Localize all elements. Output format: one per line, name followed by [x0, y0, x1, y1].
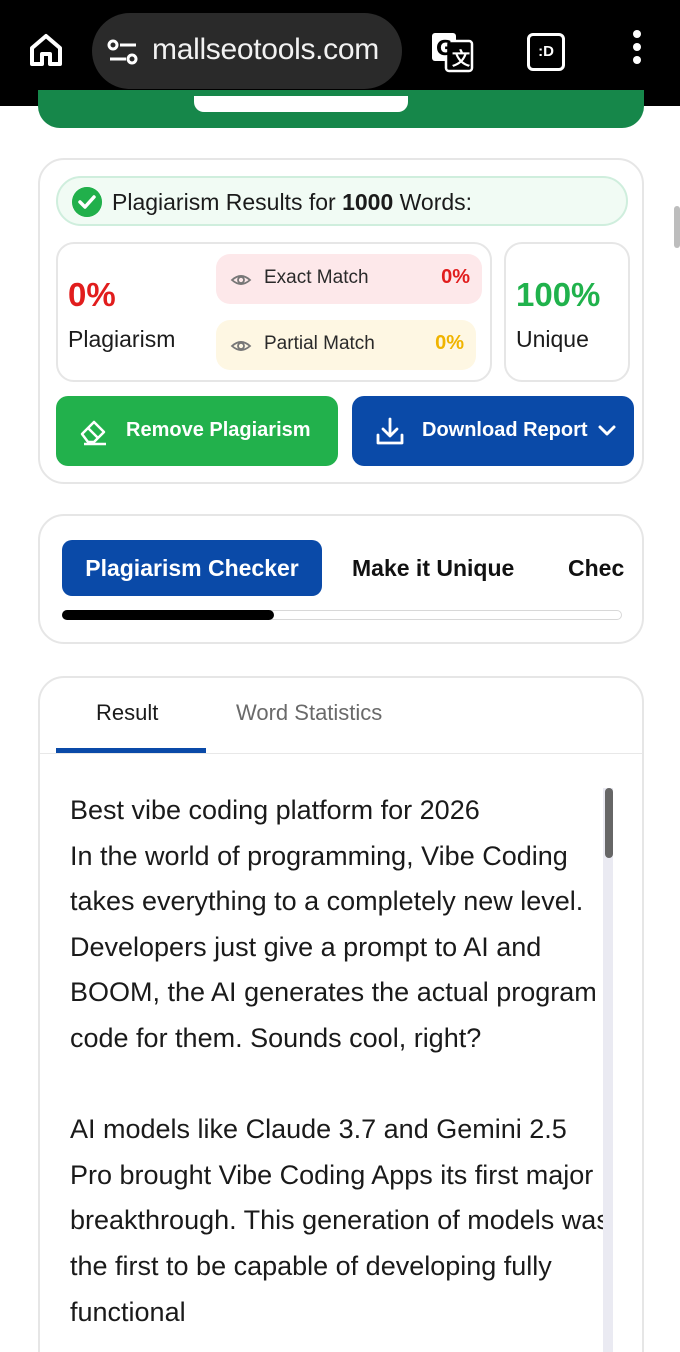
exact-match-label: Exact Match [264, 267, 369, 288]
tab-plagiarism-checker[interactable]: Plagiarism Checker [62, 540, 322, 596]
tab-word-statistics[interactable]: Word Statistics [236, 700, 382, 726]
plagiarism-label: Plagiarism [68, 326, 176, 352]
remove-plagiarism-button[interactable]: Remove Plagiarism [56, 396, 338, 466]
result-text[interactable]: Best vibe coding platform for 2026 In th… [70, 788, 610, 1335]
home-icon[interactable] [26, 30, 66, 70]
eye-icon [230, 275, 252, 285]
tab-switcher-button[interactable]: :D [527, 33, 565, 71]
results-card: Plagiarism Results for 1000 Words: 0% Pl… [38, 158, 644, 484]
site-settings-icon[interactable] [106, 37, 140, 67]
paragraph: In the world of programming, Vibe Coding… [70, 840, 597, 1053]
download-report-label: Download Report [422, 419, 588, 441]
chevron-down-icon[interactable] [596, 420, 618, 442]
plagiarism-stat-box: 0% Plagiarism Exact Match 0% Partial Mat… [56, 242, 492, 382]
results-title: Plagiarism Results for 1000 Words: [112, 189, 473, 215]
tab-result[interactable]: Result [96, 700, 158, 726]
plagiarism-percent: 0% [68, 276, 116, 313]
download-report-button[interactable]: Download Report [352, 396, 634, 466]
url-text[interactable]: mallseotools.com [152, 33, 379, 67]
paragraph: Best vibe coding platform for 2026 [70, 795, 480, 825]
tab-checker-partial[interactable]: Chec [568, 540, 624, 596]
translate-icon[interactable]: G 文 [430, 29, 474, 73]
partial-match-value: 0% [435, 332, 464, 354]
page-scrollbar[interactable] [674, 206, 680, 248]
check-circle-icon [72, 187, 102, 217]
eraser-icon [80, 420, 106, 446]
paragraph: AI models like Claude 3.7 and Gemini 2.5… [70, 1114, 610, 1327]
unique-label: Unique [516, 326, 589, 352]
remove-plagiarism-label: Remove Plagiarism [126, 419, 311, 441]
partial-match-pill: Partial Match 0% [216, 320, 476, 370]
address-bar[interactable]: mallseotools.com [92, 13, 402, 89]
green-banner [38, 90, 644, 128]
results-header: Plagiarism Results for 1000 Words: [56, 176, 628, 226]
tab-divider [40, 753, 642, 754]
exact-match-value: 0% [441, 266, 470, 288]
eye-icon [230, 341, 252, 351]
exact-match-pill: Exact Match 0% [216, 254, 482, 304]
text-scrollbar-thumb[interactable] [605, 788, 613, 858]
unique-percent: 100% [516, 276, 601, 313]
partial-match-label: Partial Match [264, 333, 375, 354]
tools-tab-card: Plagiarism Checker Make it Unique Chec [38, 514, 644, 644]
tab-make-it-unique[interactable]: Make it Unique [352, 540, 514, 596]
word-count: 1000 [342, 189, 394, 215]
more-menu-icon[interactable] [626, 30, 648, 74]
unique-stat-box: 100% Unique [504, 242, 630, 382]
result-card: Result Word Statistics Best vibe coding … [38, 676, 644, 1352]
svg-text:文: 文 [452, 48, 471, 70]
banner-input [194, 96, 408, 112]
svg-text:G: G [436, 36, 452, 60]
tabs-scrollbar-thumb[interactable] [62, 610, 274, 620]
download-icon [376, 417, 404, 445]
text-scrollbar-track[interactable] [603, 788, 613, 1352]
